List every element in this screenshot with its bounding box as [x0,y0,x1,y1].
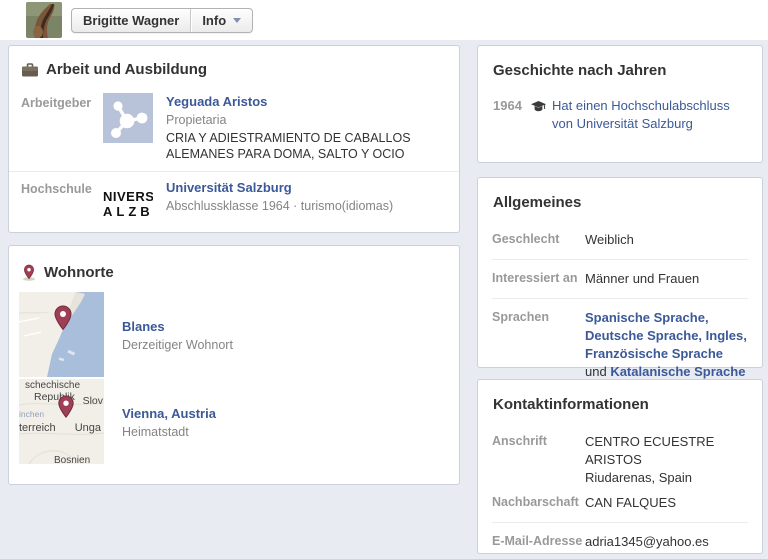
horse-photo [26,2,62,38]
history-title: Geschichte nach Jahren [493,62,748,79]
row-divider [492,259,748,260]
places-title: Wohnorte [22,264,445,281]
college-logo-thumbnail[interactable]: NIVERS ALZB [103,179,153,229]
languages-row: Sprachen Spanische Sprache, Deutsche Spr… [478,301,762,389]
employer-description: CRIA Y ADIESTRAMIENTO DE CABALLOS ALEMAN… [166,130,447,163]
employer-page-thumbnail[interactable] [103,93,153,163]
hometown-content: Vienna, Austria Heimatstadt [122,405,216,439]
contact-info-title: Kontaktinformationen [493,396,748,413]
current-city-row: Blanes Derzeitiger Wohnort [9,292,459,377]
map-label: inchen [19,409,44,419]
chevron-down-icon [233,18,241,23]
language-conjunction: und [585,364,610,379]
interested-in-row: Interessiert an Männer und Frauen [478,262,762,296]
map-label: Slov [83,395,103,407]
university-logo-text: NIVERS [103,189,153,205]
employer-row: Arbeitgeber Yeguada Aristos Propietaria … [9,89,459,171]
gender-row: Geschlecht Weiblich [478,223,762,257]
email-label: E-Mail-Adresse [492,533,585,551]
contact-info-card: Kontaktinformationen Anschrift CENTRO EC… [477,379,763,554]
college-details: Abschlussklasse 1964 · turismo(idiomas) [166,199,447,213]
vienna-map-thumbnail[interactable]: schechische Republik Slov inchen terreic… [19,379,104,464]
employer-role: Propietaria [166,113,447,127]
address-label: Anschrift [492,433,585,487]
basic-info-title: Allgemeines [493,194,748,211]
languages-value: Spanische Sprache, Deutsche Sprache, Ing… [585,309,748,381]
employer-link[interactable]: Yeguada Aristos [166,94,267,109]
employer-content: Yeguada Aristos Propietaria CRIA Y ADIES… [166,93,447,163]
languages-label: Sprachen [492,309,585,381]
hometown-type: Heimatstadt [122,425,216,439]
email-row: E-Mail-Adresse adria1345@yahoo.es [478,525,762,559]
section-title: Geschichte nach Jahren [493,62,666,79]
gender-label: Geschlecht [492,231,585,249]
hometown-link[interactable]: Vienna, Austria [122,406,216,421]
profile-name: Brigitte Wagner [83,13,179,28]
top-bar: Brigitte Wagner Info [0,0,768,40]
places-card: Wohnorte Blanes Derzeitiger Wohnort [8,245,460,485]
address-row: Anschrift CENTRO ECUESTRE ARISTOS Riudar… [478,425,762,489]
map-pin-icon [22,264,36,281]
history-event-row: 1964 Hat einen Hochschulabschluss von Un… [478,91,762,133]
gender-value: Weiblich [585,231,748,249]
work-education-card: Arbeit und Ausbildung Arbeitgeber Yeguad… [8,45,460,233]
map-label: Unga [75,422,101,434]
college-row: Hochschule NIVERS ALZB Universität Salzb… [9,172,459,237]
university-logo-text: ALZB [103,204,153,220]
language-link[interactable]: Katalanische Sprache [610,364,745,379]
avatar[interactable] [26,2,62,38]
basic-info-card: Allgemeines Geschlecht Weiblich Interess… [477,177,763,368]
hometown-row: schechische Republik Slov inchen terreic… [9,379,459,464]
email-value: adria1345@yahoo.es [585,533,748,551]
neighborhood-value: CAN FALQUES [585,494,748,512]
row-divider [492,298,748,299]
row-divider [492,522,748,523]
current-city-content: Blanes Derzeitiger Wohnort [122,318,233,352]
graduation-cap-icon [531,99,546,133]
briefcase-icon [22,63,38,77]
college-content: Universität Salzburg Abschlussklasse 196… [166,179,447,229]
map-pin [57,395,75,423]
current-city-link[interactable]: Blanes [122,319,165,334]
info-tab-button[interactable]: Info [190,9,252,32]
neighborhood-label: Nachbarschaft [492,494,585,512]
history-card: Geschichte nach Jahren 1964 Hat einen Ho… [477,45,763,163]
network-page-icon [103,93,153,143]
map-label: terreich [19,422,56,434]
current-city-type: Derzeitiger Wohnort [122,338,233,352]
section-title: Arbeit und Ausbildung [46,61,207,78]
employer-label: Arbeitgeber [21,93,103,163]
info-tab-label: Info [202,13,226,28]
interested-in-label: Interessiert an [492,270,585,288]
profile-info-page: { "header": { "profile_name": "Brigitte … [0,0,768,517]
address-value: CENTRO ECUESTRE ARISTOS Riudarenas, Spai… [585,433,748,487]
map-label: schechische [25,380,80,391]
work-education-title: Arbeit und Ausbildung [22,61,445,78]
blanes-map-thumbnail[interactable] [19,292,104,377]
address-line1: CENTRO ECUESTRE ARISTOS [585,433,748,469]
coast-map [19,292,104,377]
address-line2: Riudarenas, Spain [585,469,748,487]
college-label: Hochschule [21,179,103,229]
section-title: Allgemeines [493,194,581,211]
section-title: Kontaktinformationen [493,396,649,413]
profile-nav: Brigitte Wagner Info [71,8,253,33]
university-logo: NIVERS ALZB [103,179,153,229]
neighborhood-row: Nachbarschaft CAN FALQUES [478,489,762,520]
section-title: Wohnorte [44,264,114,281]
college-link[interactable]: Universität Salzburg [166,180,292,195]
history-event-link[interactable]: Hat einen Hochschulabschluss von Univers… [552,97,748,133]
language-links[interactable]: Spanische Sprache, Deutsche Sprache, Ing… [585,310,747,361]
map-label: Bosnien [54,455,90,464]
history-year: 1964 [493,97,529,133]
profile-name-button[interactable]: Brigitte Wagner [72,9,190,32]
interested-in-value: Männer und Frauen [585,270,748,288]
